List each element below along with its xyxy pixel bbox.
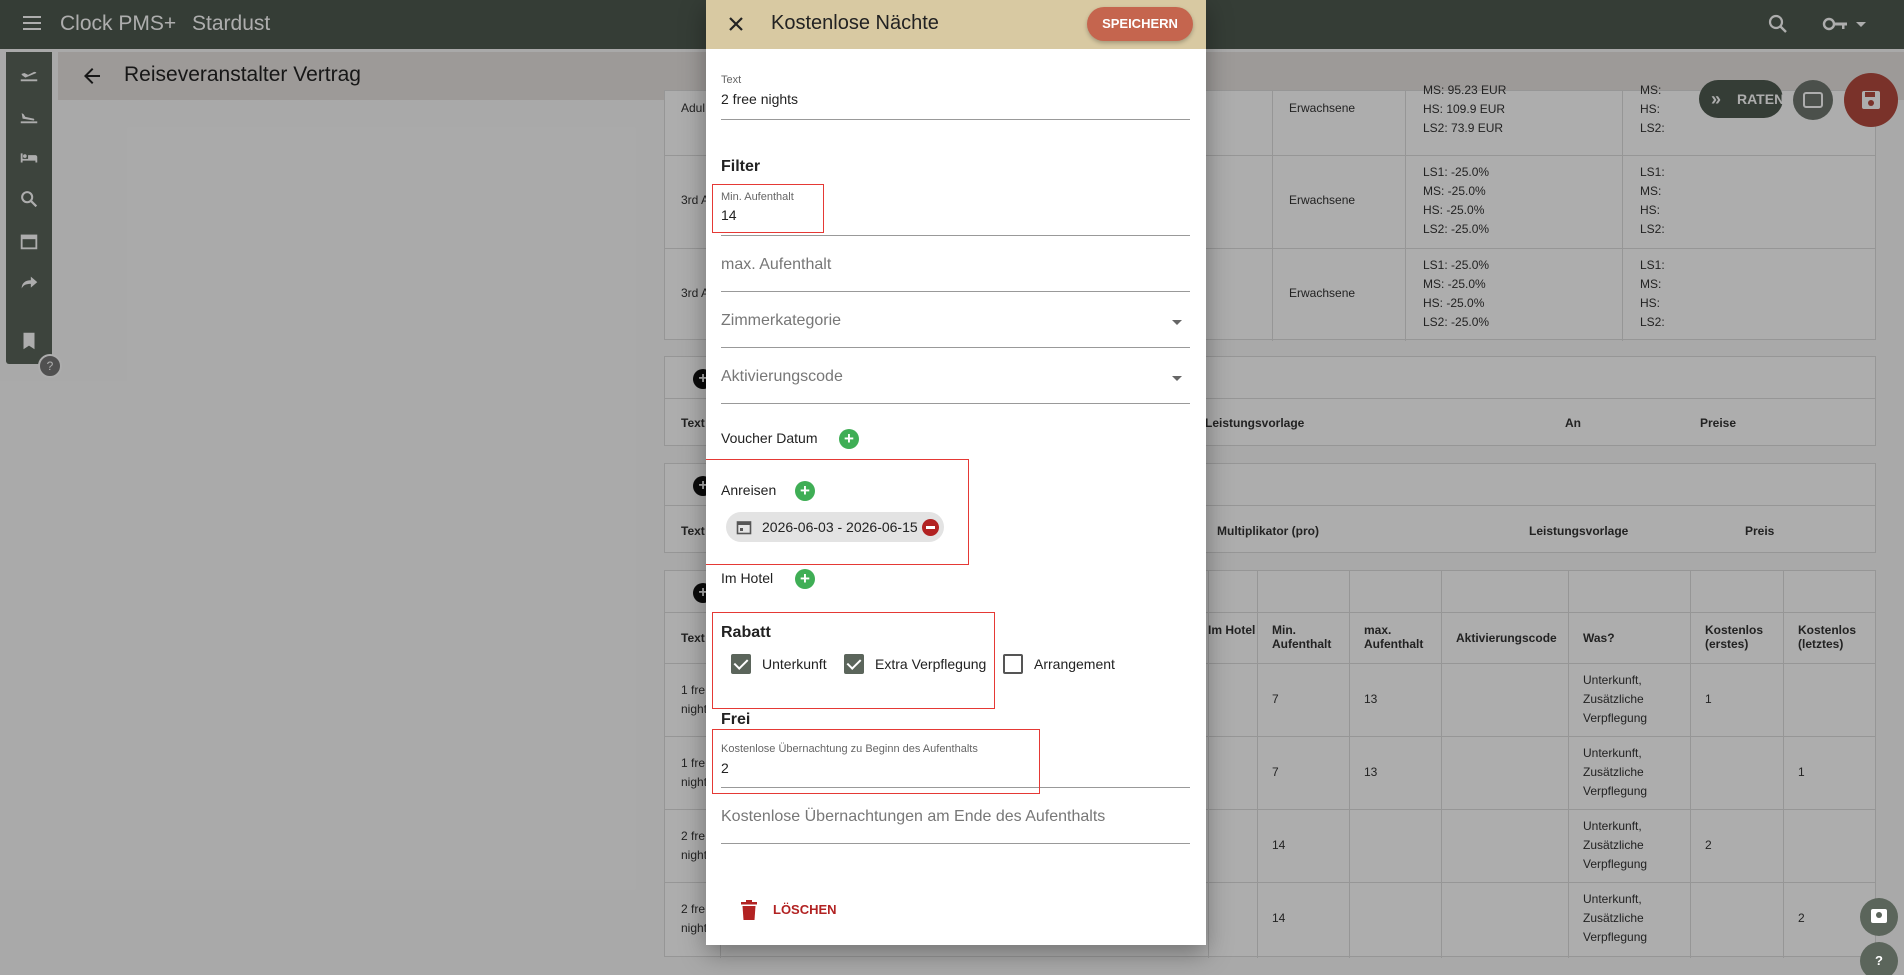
text-field-value: 2 free nights [721,91,799,107]
dialog-title: Kostenlose Nächte [771,12,939,34]
accommodation-label: Unterkunft [762,656,827,672]
discount-heading: Rabatt [721,624,771,641]
save-button[interactable]: SPEICHERN [1087,7,1193,41]
delete-icon[interactable] [740,900,758,920]
add-voucher-date-icon[interactable]: + [839,429,859,449]
close-icon[interactable] [724,12,748,36]
extra-board-label: Extra Verpflegung [875,656,987,672]
text-field-label: Text [721,74,742,86]
help-icon: ? [1875,953,1883,968]
room-category-placeholder: Zimmerkategorie [721,312,842,329]
max-stay-field[interactable]: max. Aufenthalt [721,248,1190,292]
activation-code-select[interactable]: Aktivierungscode [721,360,1190,404]
free-end-field[interactable]: Kostenlose Übernachtungen am Ende des Au… [721,800,1190,844]
in-hotel-label: Im Hotel [721,570,774,586]
add-arrival-icon[interactable]: + [795,481,815,501]
free-start-label: Kostenlose Übernachtung zu Beginn des Au… [721,743,978,755]
calendar-icon [736,521,752,535]
activation-code-placeholder: Aktivierungscode [721,368,843,385]
accommodation-checkbox[interactable] [731,654,751,674]
arrangement-checkbox[interactable] [1003,654,1023,674]
free-start-field[interactable]: Kostenlose Übernachtung zu Beginn des Au… [721,741,1190,788]
delete-button[interactable]: LÖSCHEN [773,902,837,917]
arrival-period-chip[interactable]: 2026-06-03 - 2026-06-15 [726,512,944,542]
free-end-placeholder: Kostenlose Übernachtungen am Ende des Au… [721,808,1106,825]
room-category-dropdown-icon [1172,320,1182,325]
max-stay-placeholder: max. Aufenthalt [721,256,832,273]
chat-icon [1871,909,1887,923]
chat-fab[interactable] [1860,898,1898,936]
help-fab[interactable]: ? [1860,942,1898,975]
free-heading: Frei [721,711,751,728]
free-nights-dialog: Kostenlose Nächte SPEICHERN Text 2 free … [706,0,1206,945]
voucher-date-label: Voucher Datum [721,430,818,446]
min-stay-value: 14 [721,207,737,223]
dialog-header: Kostenlose Nächte SPEICHERN [706,0,1206,49]
arrangement-label: Arrangement [1034,656,1115,672]
activation-code-dropdown-icon [1172,376,1182,381]
min-stay-field[interactable]: Min. Aufenthalt 14 [721,189,1190,236]
filter-heading: Filter [721,158,761,175]
add-in-hotel-icon[interactable]: + [795,569,815,589]
min-stay-label: Min. Aufenthalt [721,191,794,203]
arrival-period-text: 2026-06-03 - 2026-06-15 [762,519,918,535]
extra-board-checkbox[interactable] [844,654,864,674]
arrivals-label: Anreisen [721,482,777,498]
remove-icon[interactable] [922,519,939,536]
free-start-value: 2 [721,760,729,776]
room-category-select[interactable]: Zimmerkategorie [721,304,1190,348]
text-field[interactable]: Text 2 free nights [721,72,1190,120]
